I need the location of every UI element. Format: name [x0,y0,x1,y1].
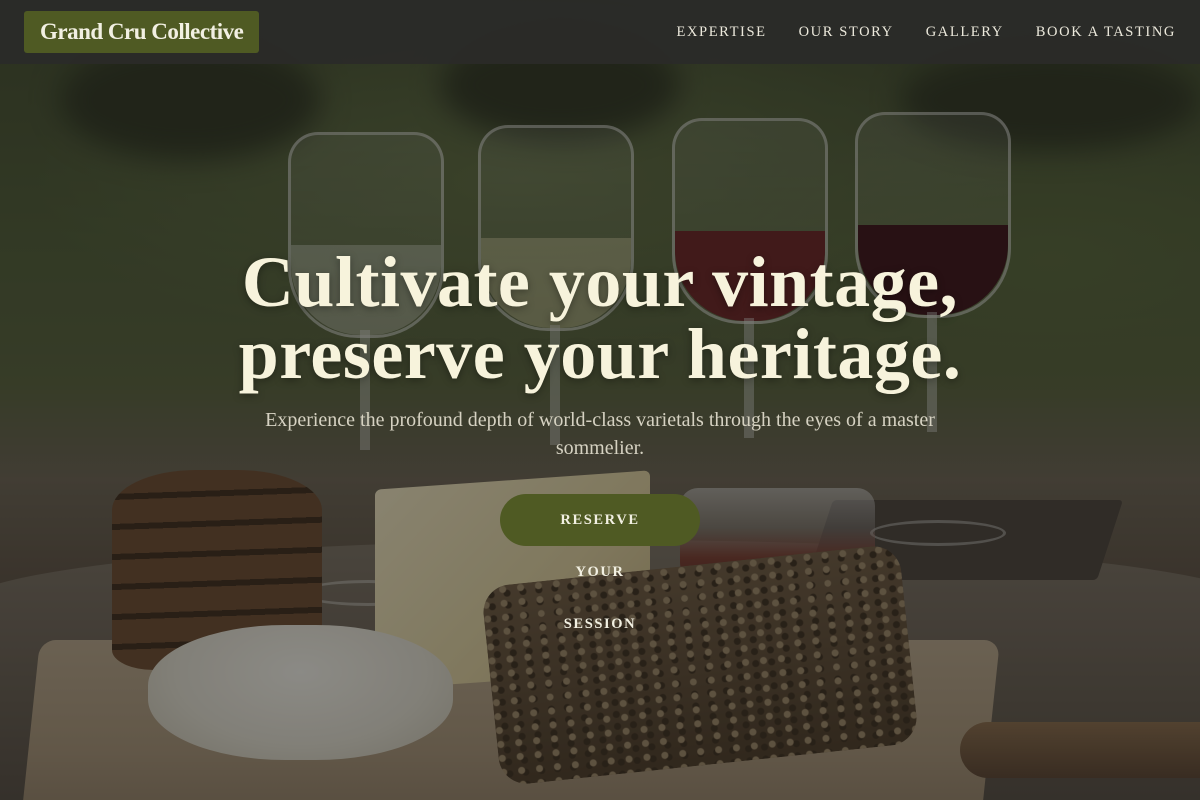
hero-subtitle: Experience the profound depth of world-c… [265,409,935,459]
main-nav: EXPERTISE OUR STORY GALLERY BOOK A TASTI… [677,24,1176,41]
nav-link-book-a-tasting[interactable]: BOOK A TASTING [1036,24,1176,41]
nav-link-our-story[interactable]: OUR STORY [799,24,894,41]
nav-link-expertise[interactable]: EXPERTISE [677,24,767,41]
hero-section: Cultivate your vintage, preserve your he… [0,246,1200,633]
brand-logo[interactable]: Grand Cru Collective [24,11,260,53]
hero-title-line-2: preserve your heritage. [238,314,962,394]
nav-link-gallery[interactable]: GALLERY [926,24,1004,41]
landing-page: Grand Cru Collective EXPERTISE OUR STORY… [0,0,1200,800]
site-header: Grand Cru Collective EXPERTISE OUR STORY… [0,0,1200,64]
hero-title: Cultivate your vintage, preserve your he… [100,246,1100,390]
hero-title-line-1: Cultivate your vintage, [241,242,959,322]
reserve-session-button[interactable]: RESERVE YOUR SESSION [500,494,700,632]
